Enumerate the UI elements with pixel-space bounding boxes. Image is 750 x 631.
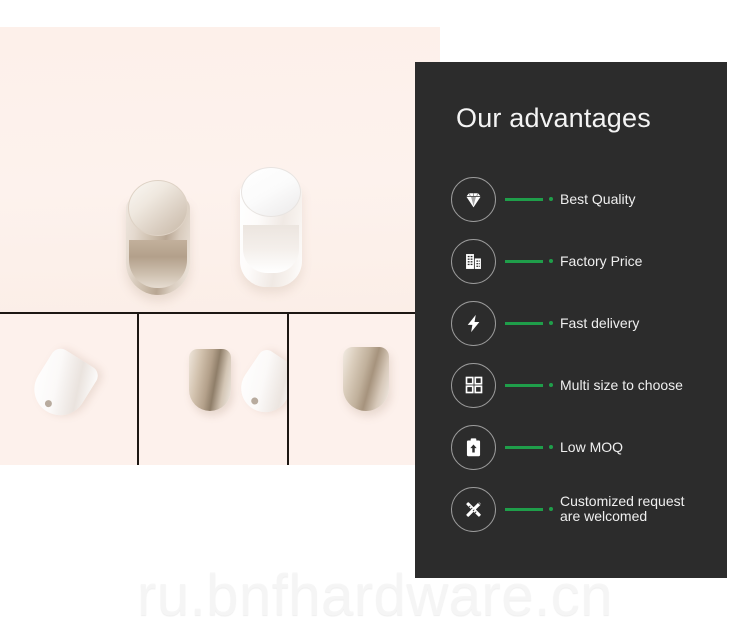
white-knob-small: [231, 346, 287, 422]
connector-line: [505, 442, 557, 452]
lightning-bolt-icon: [451, 300, 496, 346]
connector-line: [505, 380, 557, 390]
advantages-list: Best Quality Factory Price Fast delivery…: [415, 168, 727, 540]
advantage-label: Best Quality: [560, 190, 636, 207]
pencil-ruler-icon: [451, 486, 496, 532]
advantage-label: Low MOQ: [560, 438, 624, 455]
advantage-item-low-moq[interactable]: Low MOQ: [415, 416, 727, 478]
advantage-label: Fast delivery: [560, 314, 640, 331]
product-advantages-banner: Our advantages Best Quality Factory Pric…: [0, 0, 750, 631]
cabinet-knobs-pair-photo[interactable]: [0, 27, 440, 312]
connector-line: [505, 318, 557, 328]
advantage-label: Customized request are welcomed: [560, 493, 685, 524]
advantage-item-factory-price[interactable]: Factory Price: [415, 230, 727, 292]
photo-divider-vertical-left: [137, 314, 139, 465]
advantage-item-fast-delivery[interactable]: Fast delivery: [415, 292, 727, 354]
advantage-item-best-quality[interactable]: Best Quality: [415, 168, 727, 230]
connector-line: [505, 504, 557, 514]
brushed-nickel-knob: [126, 180, 190, 295]
nickel-knob-upright: [343, 347, 389, 411]
nickel-knob-small: [189, 349, 231, 411]
advantages-title: Our advantages: [456, 103, 651, 133]
white-knob: [240, 167, 302, 287]
white-knob-angled-photo[interactable]: [0, 314, 137, 465]
diamond-icon: [451, 176, 496, 222]
advantages-panel: Our advantages Best Quality Factory Pric…: [415, 62, 727, 578]
connector-line: [505, 194, 557, 204]
product-photo-collage: [0, 27, 440, 465]
grid-squares-icon: [451, 362, 496, 408]
clipboard-upload-icon: [451, 424, 496, 470]
advantage-item-customized-request[interactable]: Customized request are welcomed: [415, 478, 727, 540]
nickel-and-white-knobs-photo[interactable]: [139, 314, 287, 465]
advantage-label: Multi size to choose: [560, 376, 683, 393]
connector-line: [505, 256, 557, 266]
advantage-label: Factory Price: [560, 252, 643, 269]
photo-divider-vertical-right: [287, 314, 289, 465]
advantage-item-multi-size[interactable]: Multi size to choose: [415, 354, 727, 416]
factory-building-icon: [451, 238, 496, 284]
white-knob-angled: [24, 344, 102, 426]
